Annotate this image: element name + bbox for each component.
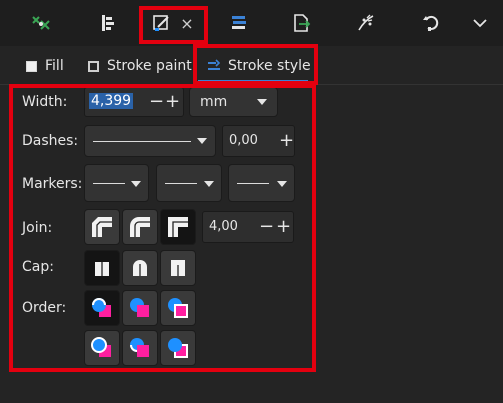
chevron-down-icon xyxy=(277,181,287,187)
cap-square-button[interactable] xyxy=(160,250,196,286)
stroke-paint-tab-icon xyxy=(88,60,99,72)
active-tab-indicator xyxy=(198,80,308,82)
round-cap-icon xyxy=(133,260,147,276)
bevel-join-icon xyxy=(92,217,112,237)
cap-label: Cap: xyxy=(22,259,54,275)
tab-stroke-style[interactable]: Stroke style xyxy=(206,53,311,79)
miter-limit-decrement-button[interactable]: − xyxy=(259,218,274,236)
end-marker-dropdown[interactable] xyxy=(228,164,295,202)
layers-icon xyxy=(232,16,246,29)
width-label: Width: xyxy=(22,94,68,110)
width-value[interactable]: 4,399 xyxy=(89,93,134,109)
square-cap-icon xyxy=(171,260,185,276)
layers-button[interactable] xyxy=(218,6,260,40)
order-label: Order: xyxy=(22,300,67,316)
mid-marker-dropdown[interactable] xyxy=(156,164,222,202)
more-chevron-icon xyxy=(473,19,487,28)
width-decrement-button[interactable]: − xyxy=(149,93,164,111)
marker-preview xyxy=(165,183,197,184)
distribute-button[interactable] xyxy=(86,6,128,40)
dash-offset-increment-button[interactable]: + xyxy=(279,132,294,150)
tab-fill-label: Fill xyxy=(45,58,64,74)
miter-limit-increment-button[interactable]: + xyxy=(276,218,291,236)
fill-stroke-icon xyxy=(153,15,170,31)
tab-stroke-paint-label: Stroke paint xyxy=(107,58,192,74)
path-effects-icon xyxy=(358,14,374,31)
order-fill-stroke-markers-button[interactable] xyxy=(84,290,120,326)
chevron-down-icon xyxy=(131,181,141,187)
order-markers-stroke-fill-button[interactable] xyxy=(160,330,196,366)
miter-join-icon xyxy=(168,217,188,237)
marker-preview xyxy=(237,183,269,184)
order-icon xyxy=(130,338,149,357)
miter-limit-spinbutton[interactable]: 4,00 − + xyxy=(202,211,294,243)
export-icon xyxy=(294,14,311,32)
align-button[interactable] xyxy=(20,6,62,40)
fill-stroke-tabs: Fill Stroke paint Stroke style xyxy=(0,46,503,84)
order-icon xyxy=(91,337,111,357)
dashes-label: Dashes: xyxy=(22,133,79,149)
chevron-down-icon xyxy=(204,181,214,187)
dash-pattern-dropdown[interactable] xyxy=(84,125,216,157)
distribute-icon xyxy=(102,15,114,31)
width-spinbutton[interactable]: 4,399 − + xyxy=(84,87,184,117)
stroke-style-tab-icon xyxy=(208,59,221,70)
tab-stroke-paint[interactable]: Stroke paint xyxy=(88,53,192,79)
join-bevel-button[interactable] xyxy=(84,209,120,245)
path-effects-button[interactable] xyxy=(345,6,387,40)
width-increment-button[interactable]: + xyxy=(165,93,180,111)
start-marker-dropdown[interactable] xyxy=(84,164,149,202)
marker-preview xyxy=(93,183,125,184)
join-miter-button[interactable] xyxy=(160,209,196,245)
dash-offset-spinbutton[interactable]: 0,00 + xyxy=(222,125,295,157)
order-icon xyxy=(168,338,188,358)
order-markers-fill-stroke-button[interactable] xyxy=(84,330,120,366)
export-button[interactable] xyxy=(280,6,322,40)
order-stroke-markers-fill-button[interactable] xyxy=(122,330,158,366)
unit-dropdown[interactable]: mm xyxy=(189,87,278,117)
cap-round-button[interactable] xyxy=(122,250,158,286)
undo-history-icon xyxy=(423,15,439,31)
markers-label: Markers: xyxy=(22,176,83,192)
close-icon[interactable]: × xyxy=(180,14,193,33)
join-label: Join: xyxy=(22,220,53,236)
chevron-down-icon xyxy=(197,138,207,144)
align-icon xyxy=(32,16,50,30)
fill-tab-icon xyxy=(26,60,37,72)
order-icon xyxy=(168,298,188,318)
undo-history-button[interactable] xyxy=(410,6,452,40)
tab-stroke-style-label: Stroke style xyxy=(228,58,311,74)
miter-limit-value[interactable]: 4,00 xyxy=(209,219,238,234)
more-chevron-button[interactable] xyxy=(462,6,498,40)
order-fill-markers-stroke-button[interactable] xyxy=(160,290,196,326)
tab-fill[interactable]: Fill xyxy=(26,53,64,79)
chevron-down-icon xyxy=(257,99,267,105)
dash-pattern-preview xyxy=(93,141,191,142)
cap-butt-button[interactable] xyxy=(84,250,120,286)
order-icon xyxy=(130,298,149,317)
join-round-button[interactable] xyxy=(122,209,158,245)
unit-value: mm xyxy=(200,94,228,110)
dash-offset-value[interactable]: 0,00 xyxy=(229,133,258,148)
round-join-icon xyxy=(130,217,150,237)
butt-cap-icon xyxy=(95,262,109,276)
dialog-toolbar: × xyxy=(0,0,503,46)
order-icon xyxy=(92,298,111,317)
fill-stroke-tab-button[interactable]: × xyxy=(143,6,203,40)
tabs-divider xyxy=(0,84,503,85)
order-stroke-fill-markers-button[interactable] xyxy=(122,290,158,326)
